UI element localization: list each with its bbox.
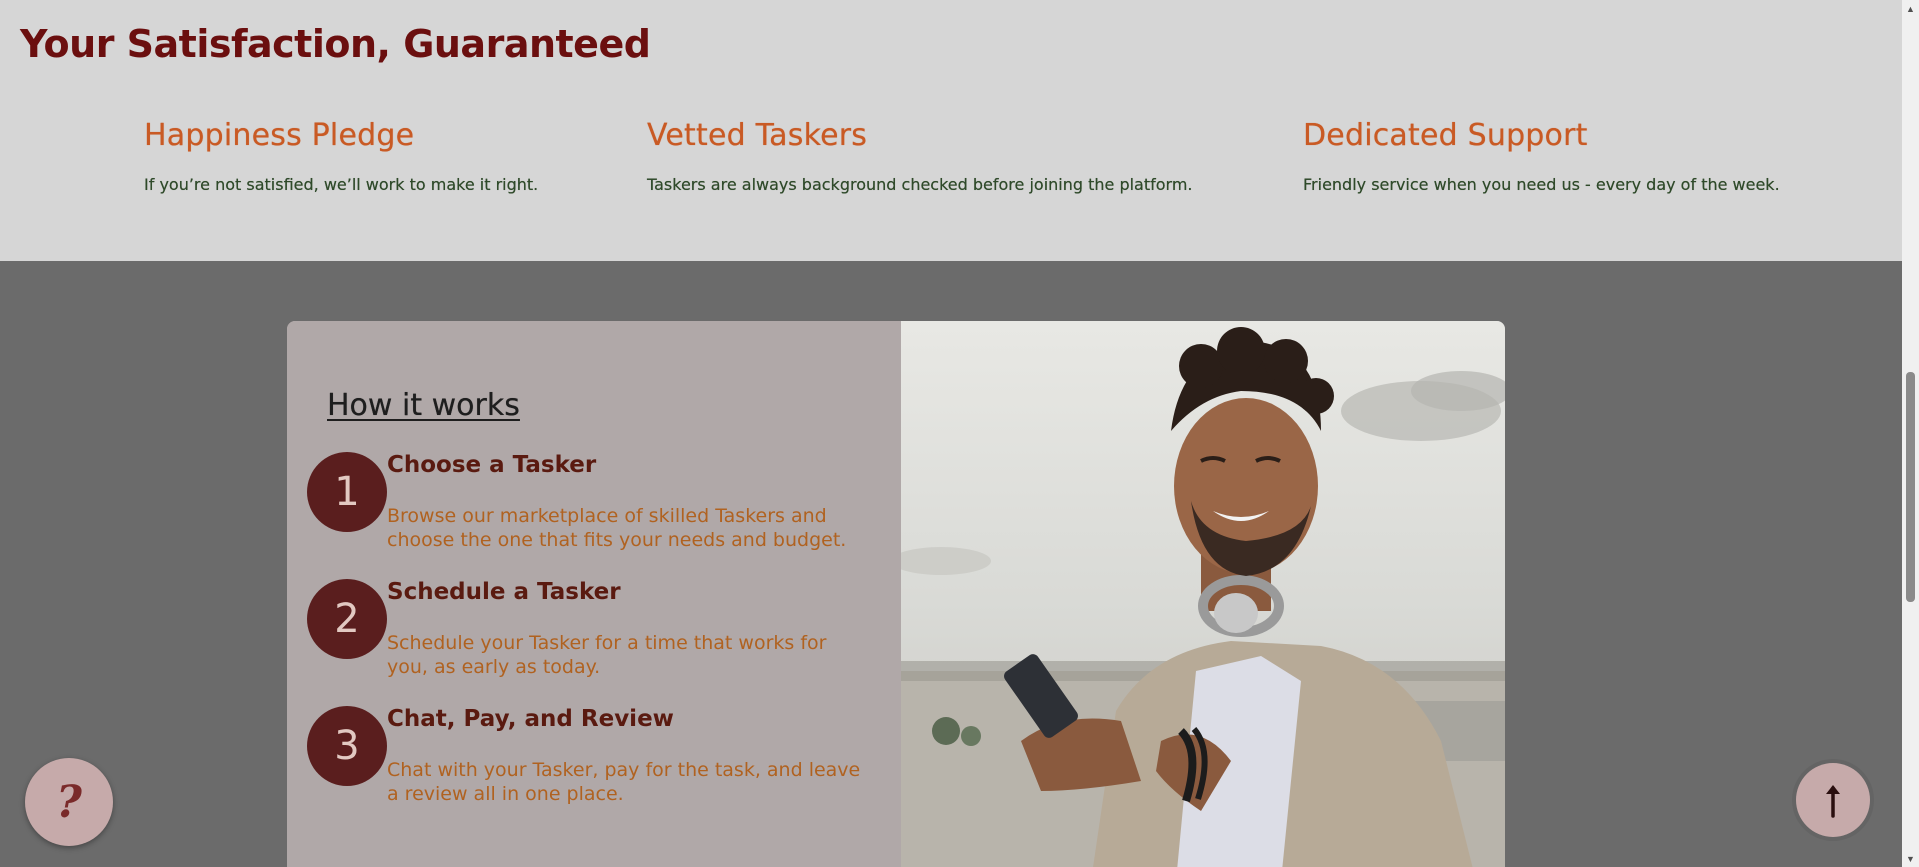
feature-title: Vetted Taskers [647, 118, 868, 153]
feature-title: Dedicated Support [1303, 118, 1588, 153]
scroll-up-arrow-icon[interactable]: ▲ [1902, 0, 1919, 17]
page: Your Satisfaction, Guaranteed Happiness … [0, 0, 1919, 867]
feature-dedicated-support: Dedicated Support Friendly service when … [1303, 118, 1780, 194]
smiling-man-with-phone-image [901, 327, 1505, 867]
satisfaction-title: Your Satisfaction, Guaranteed [20, 22, 651, 66]
step-title: Chat, Pay, and Review [387, 706, 674, 732]
question-mark-icon: ? [56, 776, 82, 828]
step-number-badge: 1 [307, 452, 387, 532]
how-it-works-card: How it works 1 Choose a Tasker Browse ou… [287, 321, 1505, 867]
step-number-badge: 3 [307, 706, 387, 786]
help-button[interactable]: ? [25, 758, 113, 846]
step-description: Browse our marketplace of skilled Tasker… [387, 505, 847, 551]
how-it-works-title: How it works [327, 388, 520, 423]
step-number-badge: 2 [307, 579, 387, 659]
step-title: Schedule a Tasker [387, 579, 621, 605]
feature-title: Happiness Pledge [144, 118, 415, 153]
feature-description: If you’re not satisfied, we’ll work to m… [144, 175, 539, 194]
arrow-up-icon [1826, 785, 1840, 818]
feature-description: Friendly service when you need us - ever… [1303, 175, 1780, 194]
satisfaction-section: Your Satisfaction, Guaranteed Happiness … [0, 0, 1902, 261]
step-description: Chat with your Tasker, pay for the task,… [387, 759, 861, 805]
scroll-down-arrow-icon[interactable]: ▼ [1902, 850, 1919, 867]
hero-photo [901, 321, 1505, 867]
step-title: Choose a Tasker [387, 452, 597, 478]
feature-vetted-taskers: Vetted Taskers Taskers are always backgr… [647, 118, 1193, 194]
back-to-top-button[interactable] [1796, 763, 1870, 837]
vertical-scrollbar[interactable]: ▲ ▼ [1902, 0, 1919, 867]
how-it-works-panel: How it works 1 Choose a Tasker Browse ou… [287, 321, 901, 867]
step-description: Schedule your Tasker for a time that wor… [387, 632, 827, 678]
feature-happiness-pledge: Happiness Pledge If you’re not satisfied… [144, 118, 538, 194]
feature-description: Taskers are always background checked be… [647, 175, 1193, 194]
scrollbar-thumb[interactable] [1906, 372, 1915, 602]
